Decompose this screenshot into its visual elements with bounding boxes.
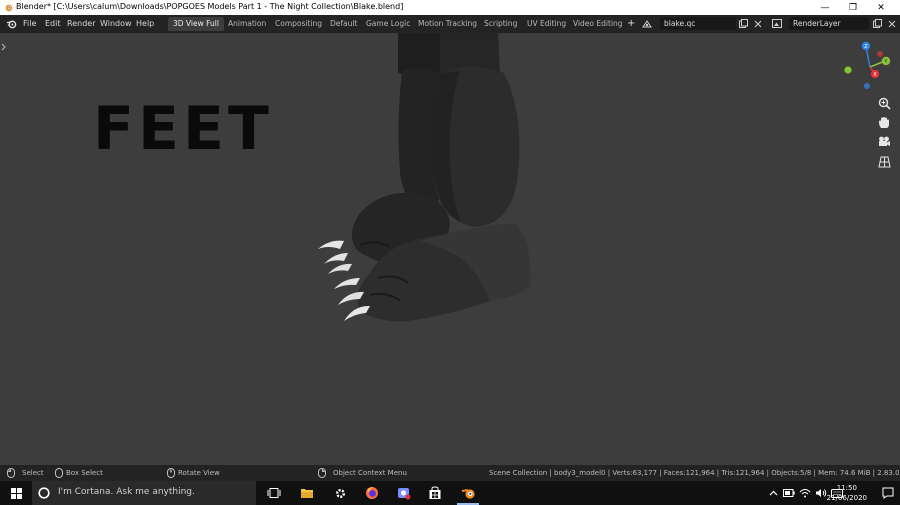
settings-gear-icon[interactable] [332, 485, 348, 501]
scene-statistics: Scene Collection | body3_model0 | Verts:… [489, 469, 900, 477]
show-hidden-icons-chevron[interactable] [765, 485, 781, 501]
blender-app-icon [5, 4, 13, 12]
notifications-icon[interactable] [880, 485, 896, 501]
tab-default[interactable]: Default [325, 17, 362, 31]
view-layer-icon[interactable] [771, 18, 782, 29]
blender-taskbar-icon[interactable] [460, 485, 476, 501]
pan-hand-icon[interactable] [876, 114, 892, 130]
task-view-icon[interactable] [266, 485, 282, 501]
wifi-icon[interactable] [797, 485, 813, 501]
feet-label-text: FEET [93, 94, 273, 164]
feet-3d-model[interactable] [300, 33, 560, 333]
cortana-circle-icon [38, 487, 50, 499]
tab-animation[interactable]: Animation [223, 17, 271, 31]
microsoft-store-icon[interactable] [427, 485, 443, 501]
mouse-left-icon [7, 468, 15, 478]
maximize-button[interactable]: ❐ [838, 0, 868, 15]
mouse-drag-icon [55, 468, 63, 478]
view-layer-field[interactable]: RenderLayer [789, 17, 869, 30]
menu-help[interactable]: Help [136, 19, 154, 28]
firefox-icon[interactable] [364, 485, 380, 501]
cortana-placeholder: I'm Cortana. Ask me anything. [58, 487, 195, 497]
remove-view-layer-icon[interactable] [886, 18, 897, 29]
scene-icon[interactable] [641, 18, 652, 29]
menu-file[interactable]: File [23, 19, 36, 28]
status-select: Select [22, 469, 44, 477]
svg-text:Z: Z [864, 44, 868, 50]
top-menu-bar: File Edit Render Window Help 3D View Ful… [0, 15, 900, 33]
blender-logo-icon[interactable] [6, 19, 17, 29]
new-scene-icon[interactable] [738, 18, 749, 29]
gizmo-neg-y-axis [844, 66, 852, 74]
tab-uv-editing[interactable]: UV Editing [522, 17, 571, 31]
close-button[interactable]: ✕ [866, 0, 896, 15]
scene-name-field[interactable]: blake.qc [660, 17, 736, 30]
minimize-button[interactable]: — [810, 0, 840, 15]
add-workspace-button[interactable]: + [627, 18, 635, 29]
perspective-grid-icon[interactable] [876, 154, 892, 170]
system-clock[interactable]: 11:50 21/06/2020 [827, 483, 867, 503]
mouse-right-icon [318, 468, 326, 478]
window-title: Blender* [C:\Users\calum\Downloads\POPGO… [16, 2, 404, 11]
battery-icon[interactable] [781, 485, 797, 501]
tab-scripting[interactable]: Scripting [479, 17, 522, 31]
camera-icon[interactable] [876, 134, 892, 150]
tab-compositing[interactable]: Compositing [270, 17, 327, 31]
tab-game-logic[interactable]: Game Logic [361, 17, 415, 31]
windows-taskbar: I'm Cortana. Ask me anything. 11:50 21/0… [0, 481, 900, 505]
file-explorer-icon[interactable] [299, 485, 315, 501]
mouse-middle-icon [167, 468, 175, 478]
gizmo-neg-z-axis [864, 83, 870, 89]
remove-scene-icon[interactable] [752, 18, 763, 29]
menu-edit[interactable]: Edit [45, 19, 61, 28]
tab-video-editing[interactable]: Video Editing [568, 17, 628, 31]
app-badge-icon[interactable] [396, 485, 412, 501]
zoom-icon[interactable] [876, 95, 892, 111]
menu-window[interactable]: Window [100, 19, 132, 28]
tab-motion-tracking[interactable]: Motion Tracking [413, 17, 482, 31]
svg-text:X: X [873, 72, 877, 78]
toolbar-expand-icon[interactable] [1, 43, 7, 51]
cortana-search-box[interactable]: I'm Cortana. Ask me anything. [32, 481, 256, 505]
windows-start-icon[interactable] [8, 485, 24, 501]
window-title-bar: Blender* [C:\Users\calum\Downloads\POPGO… [0, 0, 900, 15]
new-view-layer-icon[interactable] [872, 18, 883, 29]
tab-3d-view-full[interactable]: 3D View Full [168, 17, 224, 31]
status-box-select: Box Select [66, 469, 103, 477]
status-context-menu: Object Context Menu [333, 469, 407, 477]
status-bar: Select Box Select Rotate View Object Con… [0, 465, 900, 481]
clock-date: 21/06/2020 [826, 494, 867, 502]
menu-render[interactable]: Render [67, 19, 95, 28]
navigation-gizmo[interactable]: Z Y X [840, 41, 896, 91]
3d-viewport[interactable]: FEET Z Y X [0, 33, 900, 465]
clock-time: 11:50 [836, 484, 857, 492]
status-rotate-view: Rotate View [178, 469, 220, 477]
